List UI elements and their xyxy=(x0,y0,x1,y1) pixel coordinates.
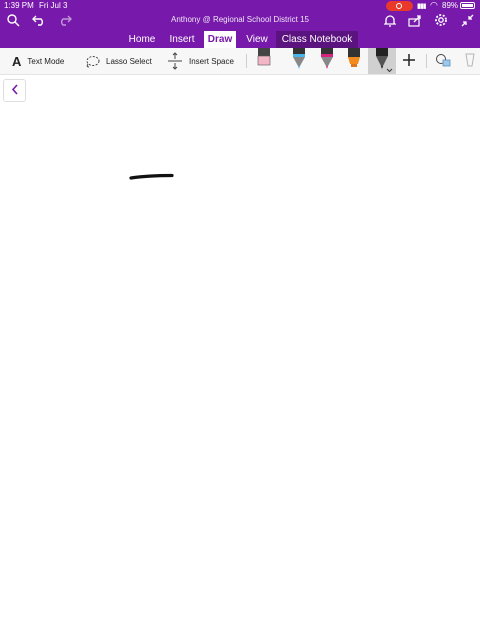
toolbar-divider xyxy=(246,54,247,68)
battery-percentage: 89% xyxy=(442,1,459,10)
text-mode-button[interactable]: A Text Mode xyxy=(12,48,64,74)
tab-view[interactable]: View xyxy=(241,31,273,48)
ink-stroke[interactable] xyxy=(128,170,178,184)
tab-home[interactable]: Home xyxy=(124,31,160,48)
add-pen-button[interactable] xyxy=(402,48,416,74)
draw-toolbar: A Text Mode Lasso Select Insert Space xyxy=(0,48,480,75)
tab-class-notebook[interactable]: Class Notebook xyxy=(276,31,358,48)
share-icon[interactable] xyxy=(407,12,423,28)
orange-highlighter-tool[interactable] xyxy=(345,48,363,74)
text-mode-label: Text Mode xyxy=(27,56,65,66)
shapes-button[interactable] xyxy=(435,48,452,74)
plus-icon xyxy=(402,53,416,69)
app-header: 1:39 PM Fri Jul 3 ▮▮▮ ◠ 89% Anthony @ Re… xyxy=(0,0,480,48)
tab-insert[interactable]: Insert xyxy=(164,31,200,48)
ribbon-tabs: Home Insert Draw View Class Notebook xyxy=(0,31,480,48)
settings-icon[interactable] xyxy=(433,12,449,28)
pink-pen-tool[interactable] xyxy=(318,48,336,74)
toolbar-divider xyxy=(426,54,427,68)
black-pen-tool[interactable] xyxy=(368,48,396,74)
tab-draw[interactable]: Draw xyxy=(204,31,236,48)
status-date: Fri Jul 3 xyxy=(39,1,68,10)
insert-space-icon xyxy=(167,52,183,70)
insert-space-label: Insert Space xyxy=(189,56,234,66)
text-mode-icon: A xyxy=(12,53,22,69)
bell-icon[interactable] xyxy=(382,12,398,28)
wifi-icon: ◠ xyxy=(430,0,438,10)
eraser-tool[interactable] xyxy=(255,48,273,74)
collapse-icon[interactable] xyxy=(459,12,475,28)
navigation-toggle-button[interactable] xyxy=(3,79,26,102)
screen-recording-icon xyxy=(386,1,413,11)
status-time: 1:39 PM xyxy=(4,1,34,10)
lasso-select-label: Lasso Select xyxy=(106,56,152,66)
battery-icon xyxy=(460,2,475,9)
chevron-left-icon xyxy=(11,82,19,100)
ink-to-shape-icon xyxy=(464,52,476,70)
blue-pen-tool[interactable] xyxy=(290,48,308,74)
lasso-icon xyxy=(85,55,100,68)
ink-to-shape-button[interactable] xyxy=(464,48,476,74)
insert-space-button[interactable]: Insert Space xyxy=(167,48,234,74)
shapes-icon xyxy=(435,53,452,69)
lasso-select-button[interactable]: Lasso Select xyxy=(85,48,152,74)
cellular-signal-icon: ▮▮▮ xyxy=(417,3,427,10)
